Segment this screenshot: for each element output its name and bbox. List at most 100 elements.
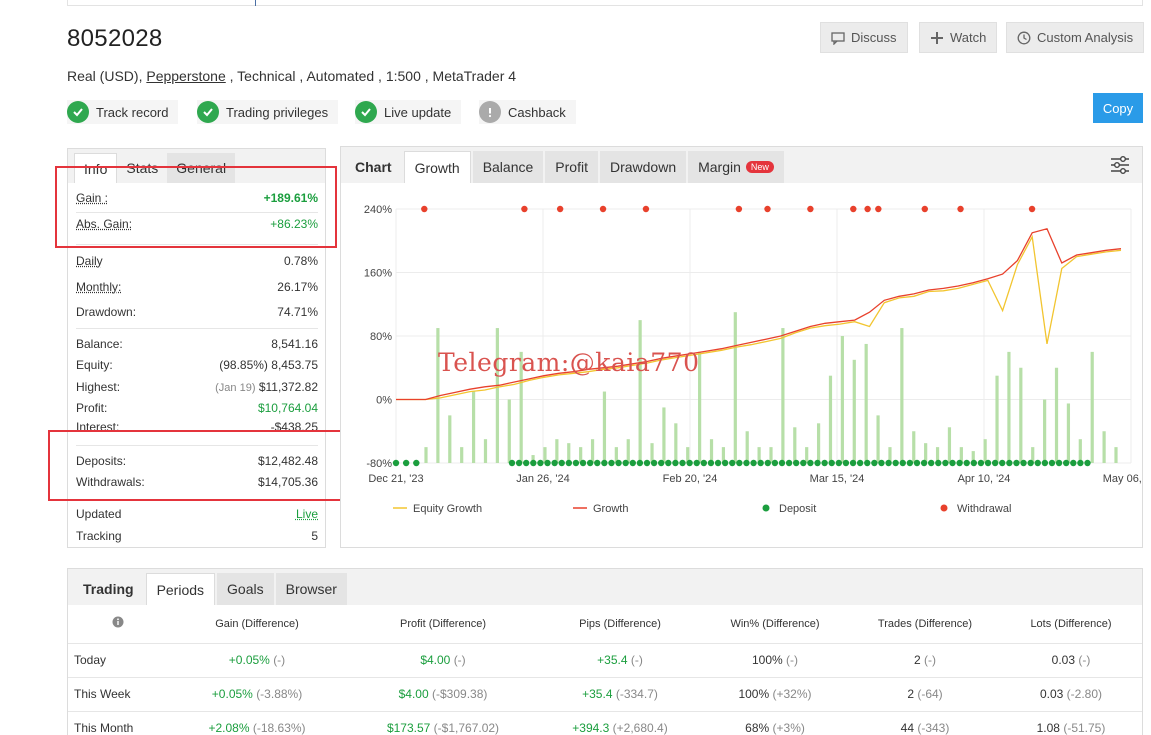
deposit-marker [1048, 459, 1056, 467]
profit-diff: (-$1,767.02) [433, 721, 500, 735]
legend-label: Withdrawal [957, 503, 1011, 515]
gain-cell: +0.05% [211, 687, 253, 701]
top-strip-marker [255, 0, 256, 6]
badge-label: Trading privileges [226, 104, 329, 120]
highest-label: Highest: [76, 380, 121, 394]
tab-periods[interactable]: Periods [145, 573, 216, 605]
copy-button[interactable]: Copy [1093, 93, 1143, 123]
withdrawal-marker [599, 205, 607, 213]
badge-trading-privileges[interactable]: Trading privileges [197, 100, 339, 124]
updated-value[interactable]: Live [296, 507, 318, 521]
win-diff: (+32%) [772, 687, 812, 701]
badge-track-record[interactable]: Track record [67, 100, 179, 124]
deposit-marker [750, 459, 757, 467]
growth-bar [781, 328, 785, 463]
daily-value: 0.78% [283, 254, 318, 268]
tab-growth[interactable]: Growth [403, 151, 471, 183]
broker-link[interactable]: Pepperstone [146, 68, 225, 84]
growth-bar [864, 343, 868, 463]
deposit-marker [601, 459, 608, 467]
deposit-marker [551, 459, 558, 467]
tab-info[interactable]: Info [74, 153, 118, 183]
divider [76, 212, 318, 213]
column-header: Profit (Difference) [400, 617, 486, 630]
deposit-marker [771, 459, 779, 467]
legend-dot [940, 504, 948, 512]
tab-profit[interactable]: Profit [545, 151, 598, 183]
deposit-marker [743, 459, 750, 467]
profit-row: Profit: $10,764.04 [76, 399, 318, 417]
interest-value: -$438.25 [270, 420, 318, 433]
badge-cashback[interactable]: Cashback [479, 100, 576, 124]
account-title: 8052028 [67, 25, 163, 52]
divider [76, 328, 318, 329]
gain-diff: (-3.88%) [256, 687, 303, 701]
legend-dot [762, 504, 770, 512]
tab-trading[interactable]: Trading [73, 573, 144, 605]
profit-diff: (-$309.38) [432, 687, 488, 701]
growth-bar [805, 447, 809, 463]
tab-browser[interactable]: Browser [275, 573, 347, 605]
account-type: Real (USD), [67, 68, 147, 84]
abs-gain-label[interactable]: Abs. Gain: [76, 217, 132, 231]
equity-label: Equity: [76, 358, 113, 372]
table-row: Today +0.05% (-) $4.00 (-) +35.4 (-) 100… [68, 642, 1142, 677]
badge-label: Track record [96, 104, 169, 120]
account-details: , Technical , Automated , 1:500 , MetaTr… [225, 68, 517, 84]
tracking-row: Tracking 5 [76, 527, 318, 545]
growth-bar [662, 407, 666, 463]
deposit-marker [544, 459, 551, 467]
monthly-label[interactable]: Monthly: [76, 280, 121, 294]
growth-bar [590, 439, 595, 463]
trades-diff: (-64) [917, 687, 943, 701]
deposit-marker [1027, 459, 1034, 467]
drawdown-value: 74.71% [277, 305, 318, 319]
growth-bar [471, 391, 476, 463]
tab-balance[interactable]: Balance [472, 151, 544, 183]
tab-goals[interactable]: Goals [217, 573, 274, 605]
tab-margin[interactable]: Margin New [688, 151, 784, 183]
growth-bar [602, 391, 607, 463]
deposits-label: Deposits: [76, 454, 127, 468]
tab-drawdown[interactable]: Drawdown [599, 151, 687, 183]
table-row: This Month +2.08% (-18.63%) $173.57 (-$1… [68, 710, 1142, 735]
badge-live-update[interactable]: Live update [355, 100, 462, 124]
filter-settings-icon[interactable] [1110, 155, 1130, 175]
deposit-marker [523, 459, 530, 467]
pips-cell: +394.3 [572, 721, 610, 735]
deposit-marker [970, 459, 978, 467]
deposit-marker [927, 459, 935, 467]
highest-value: $11,372.82 [258, 380, 318, 394]
balance-label: Balance: [76, 337, 123, 351]
info-icon[interactable] [68, 605, 168, 643]
tab-general[interactable]: General [167, 153, 236, 183]
monthly-row: Monthly: 26.17% [76, 278, 318, 296]
watermark-text: Telegram:@kaia770 [438, 348, 700, 377]
growth-bar [840, 336, 844, 463]
growth-bar [793, 427, 797, 463]
growth-bar [876, 415, 880, 463]
chart-tabs: Chart Growth Balance Profit Drawdown Mar… [341, 147, 1142, 183]
deposit-marker [1013, 459, 1020, 467]
watch-button[interactable]: Watch [919, 22, 998, 53]
growth-bar [995, 375, 999, 463]
gain-label[interactable]: Gain : [76, 191, 108, 205]
withdrawal-marker [735, 205, 743, 213]
drawdown-row: Drawdown: 74.71% [76, 303, 318, 321]
discuss-button[interactable]: Discuss [820, 22, 908, 53]
custom-analysis-button[interactable]: Custom Analysis [1006, 22, 1145, 53]
daily-label[interactable]: Daily [76, 254, 103, 268]
gain-cell: +2.08% [208, 721, 250, 735]
profit-label: Profit: [76, 401, 108, 415]
deposit-marker [878, 459, 885, 467]
growth-bar [448, 415, 452, 463]
periods-table: Gain (Difference) Profit (Difference) Pi… [68, 605, 1142, 735]
tab-stats[interactable]: Stats [117, 153, 167, 183]
profit-cell: $173.57 [386, 721, 431, 735]
deposit-marker [615, 459, 622, 467]
period-label: This Week [68, 676, 168, 711]
deposit-marker [1055, 459, 1063, 467]
gain-diff: (-18.63%) [252, 721, 306, 735]
deposit-marker [849, 459, 857, 467]
legend-label: Equity Growth [413, 503, 482, 515]
